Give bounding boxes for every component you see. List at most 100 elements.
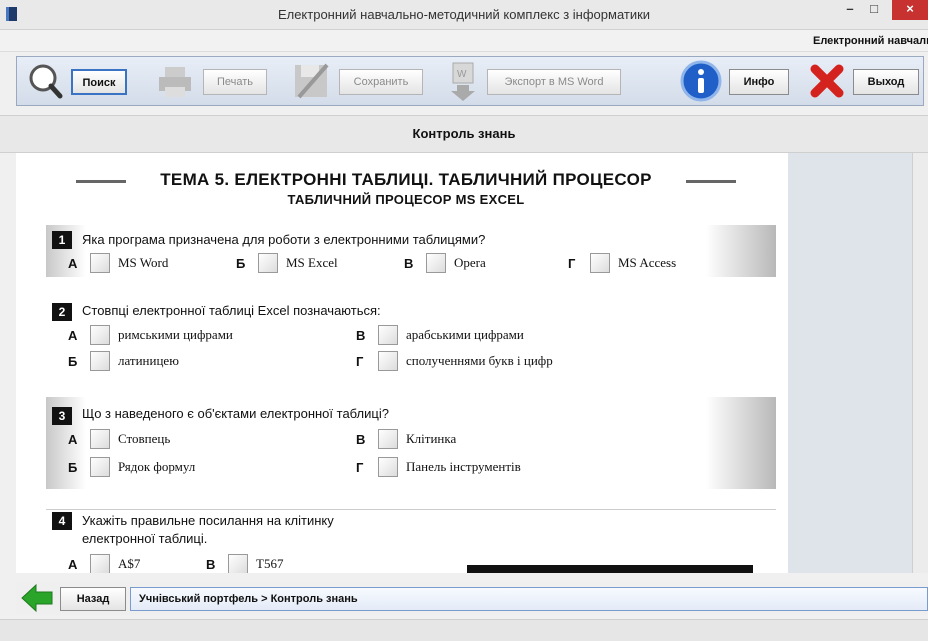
option-text: латиницею (118, 353, 179, 368)
back-button[interactable]: Назад (60, 587, 126, 611)
question-text: Стовпці електронної таблиці Excel познач… (82, 303, 381, 318)
question-number: 4 (52, 512, 72, 530)
question-text-line-1: Укажіть правильне посилання на клітинку (82, 513, 334, 528)
svg-text:W: W (457, 69, 467, 80)
option-a[interactable]: А Стовпець (68, 429, 328, 451)
option-letter: В (356, 432, 366, 447)
option-text: Opera (454, 255, 486, 270)
option-letter: Б (68, 460, 78, 475)
option-letter: В (404, 256, 414, 271)
option-text: сполученнями букв і цифр (406, 353, 553, 368)
option-b[interactable]: Б латиницею (68, 351, 328, 373)
exit-button[interactable]: Выход (853, 69, 919, 95)
option-text: Клітинка (406, 431, 457, 446)
option-letter: А (68, 328, 78, 343)
answer-checkbox[interactable] (378, 429, 398, 449)
question-number: 1 (52, 231, 72, 249)
option-letter: А (68, 256, 78, 271)
answer-checkbox[interactable] (90, 253, 110, 273)
bottom-strip (0, 619, 928, 641)
window-title: Електронний навчально-методичний комплек… (277, 7, 651, 22)
close-button[interactable]: × (892, 0, 928, 20)
option-letter: В (206, 557, 216, 572)
test-document: ТЕМА 5. ЕЛЕКТРОННІ ТАБЛИЦІ. ТАБЛИЧНИЙ ПР… (16, 153, 788, 573)
content-area: ТЕМА 5. ЕЛЕКТРОННІ ТАБЛИЦІ. ТАБЛИЧНИЙ ПР… (16, 153, 912, 573)
option-text: A$7 (118, 556, 141, 571)
maximize-button[interactable]: □ (864, 0, 884, 20)
option-c[interactable]: В T567 (206, 554, 326, 573)
option-d[interactable]: Г MS Access (568, 253, 728, 275)
exit-x-icon[interactable] (807, 61, 847, 101)
question-text-line-2: електронної таблиці. (82, 531, 208, 546)
answer-checkbox[interactable] (90, 429, 110, 449)
subheader-text: Електронний навчальн (813, 35, 928, 47)
option-letter: А (68, 432, 78, 447)
option-text: Панель інструментів (406, 459, 521, 474)
print-button[interactable]: Печать (203, 69, 267, 95)
option-c[interactable]: В Клітинка (356, 429, 656, 451)
navigation-bar: Назад Учнівський портфель > Контроль зна… (16, 581, 928, 615)
section-title: Контроль знань (412, 126, 516, 141)
minimize-button[interactable]: – (840, 0, 860, 20)
question-1: 1 Яка програма призначена для роботи з е… (46, 225, 776, 277)
answer-checkbox[interactable] (90, 457, 110, 477)
option-text: MS Access (618, 255, 677, 270)
info-icon[interactable] (679, 59, 723, 103)
option-letter: Б (236, 256, 246, 271)
printer-icon (159, 67, 191, 97)
back-arrow-icon[interactable] (20, 583, 54, 613)
option-d[interactable]: Г сполученнями букв і цифр (356, 351, 696, 373)
vertical-scrollbar[interactable] (912, 153, 928, 573)
option-text: MS Excel (286, 255, 338, 270)
option-text: Стовпець (118, 431, 171, 446)
magnifier-icon[interactable] (23, 61, 63, 101)
option-letter: В (356, 328, 366, 343)
excel-screenshot-thumbnail (467, 565, 753, 573)
option-letter: Б (68, 354, 78, 369)
side-panel (788, 153, 912, 573)
answer-checkbox[interactable] (90, 325, 110, 345)
question-4: 4 Укажіть правильне посилання на клітинк… (46, 509, 776, 573)
option-letter: Г (356, 354, 364, 369)
answer-checkbox[interactable] (426, 253, 446, 273)
save-button[interactable]: Сохранить (339, 69, 423, 95)
option-text: MS Word (118, 255, 169, 270)
option-letter: Г (356, 460, 364, 475)
toolbar: Поиск Печать Сохранить W Экспорт в MS Wo… (16, 56, 924, 106)
option-text: Рядок формул (118, 459, 196, 474)
answer-checkbox[interactable] (258, 253, 278, 273)
option-b[interactable]: Б Рядок формул (68, 457, 328, 479)
answer-checkbox[interactable] (378, 351, 398, 371)
save-disk-icon (295, 63, 329, 99)
answer-checkbox[interactable] (590, 253, 610, 273)
option-c[interactable]: В Opera (404, 253, 534, 275)
option-text: арабськими цифрами (406, 327, 524, 342)
subheader: Електронний навчальн (0, 30, 928, 52)
export-word-button[interactable]: Экспорт в MS Word (487, 69, 621, 95)
answer-checkbox[interactable] (378, 457, 398, 477)
answer-checkbox[interactable] (90, 351, 110, 371)
question-text: Яка програма призначена для роботи з еле… (82, 232, 486, 247)
question-3: 3 Що з наведеного є об'єктами електронно… (46, 397, 776, 489)
option-b[interactable]: Б MS Excel (236, 253, 386, 275)
option-letter: Г (568, 256, 576, 271)
word-export-icon: W (451, 62, 475, 101)
question-2: 2 Стовпці електронної таблиці Excel позн… (46, 299, 776, 377)
search-button[interactable]: Поиск (71, 69, 127, 95)
option-text: римськими цифрами (118, 327, 233, 342)
option-letter: А (68, 557, 78, 572)
answer-checkbox[interactable] (90, 554, 110, 573)
answer-checkbox[interactable] (228, 554, 248, 573)
option-a[interactable]: А A$7 (68, 554, 188, 573)
info-button[interactable]: Инфо (729, 69, 789, 95)
section-header: Контроль знань (0, 115, 928, 153)
option-d[interactable]: Г Панель інструментів (356, 457, 656, 479)
option-c[interactable]: В арабськими цифрами (356, 325, 656, 347)
question-number: 3 (52, 407, 72, 425)
option-a[interactable]: А римськими цифрами (68, 325, 328, 347)
breadcrumb: Учнівський портфель > Контроль знань (130, 587, 928, 611)
document-title: ТЕМА 5. ЕЛЕКТРОННІ ТАБЛИЦІ. ТАБЛИЧНИЙ ПР… (160, 170, 652, 189)
option-a[interactable]: А MS Word (68, 253, 218, 275)
option-text: T567 (256, 556, 284, 571)
answer-checkbox[interactable] (378, 325, 398, 345)
